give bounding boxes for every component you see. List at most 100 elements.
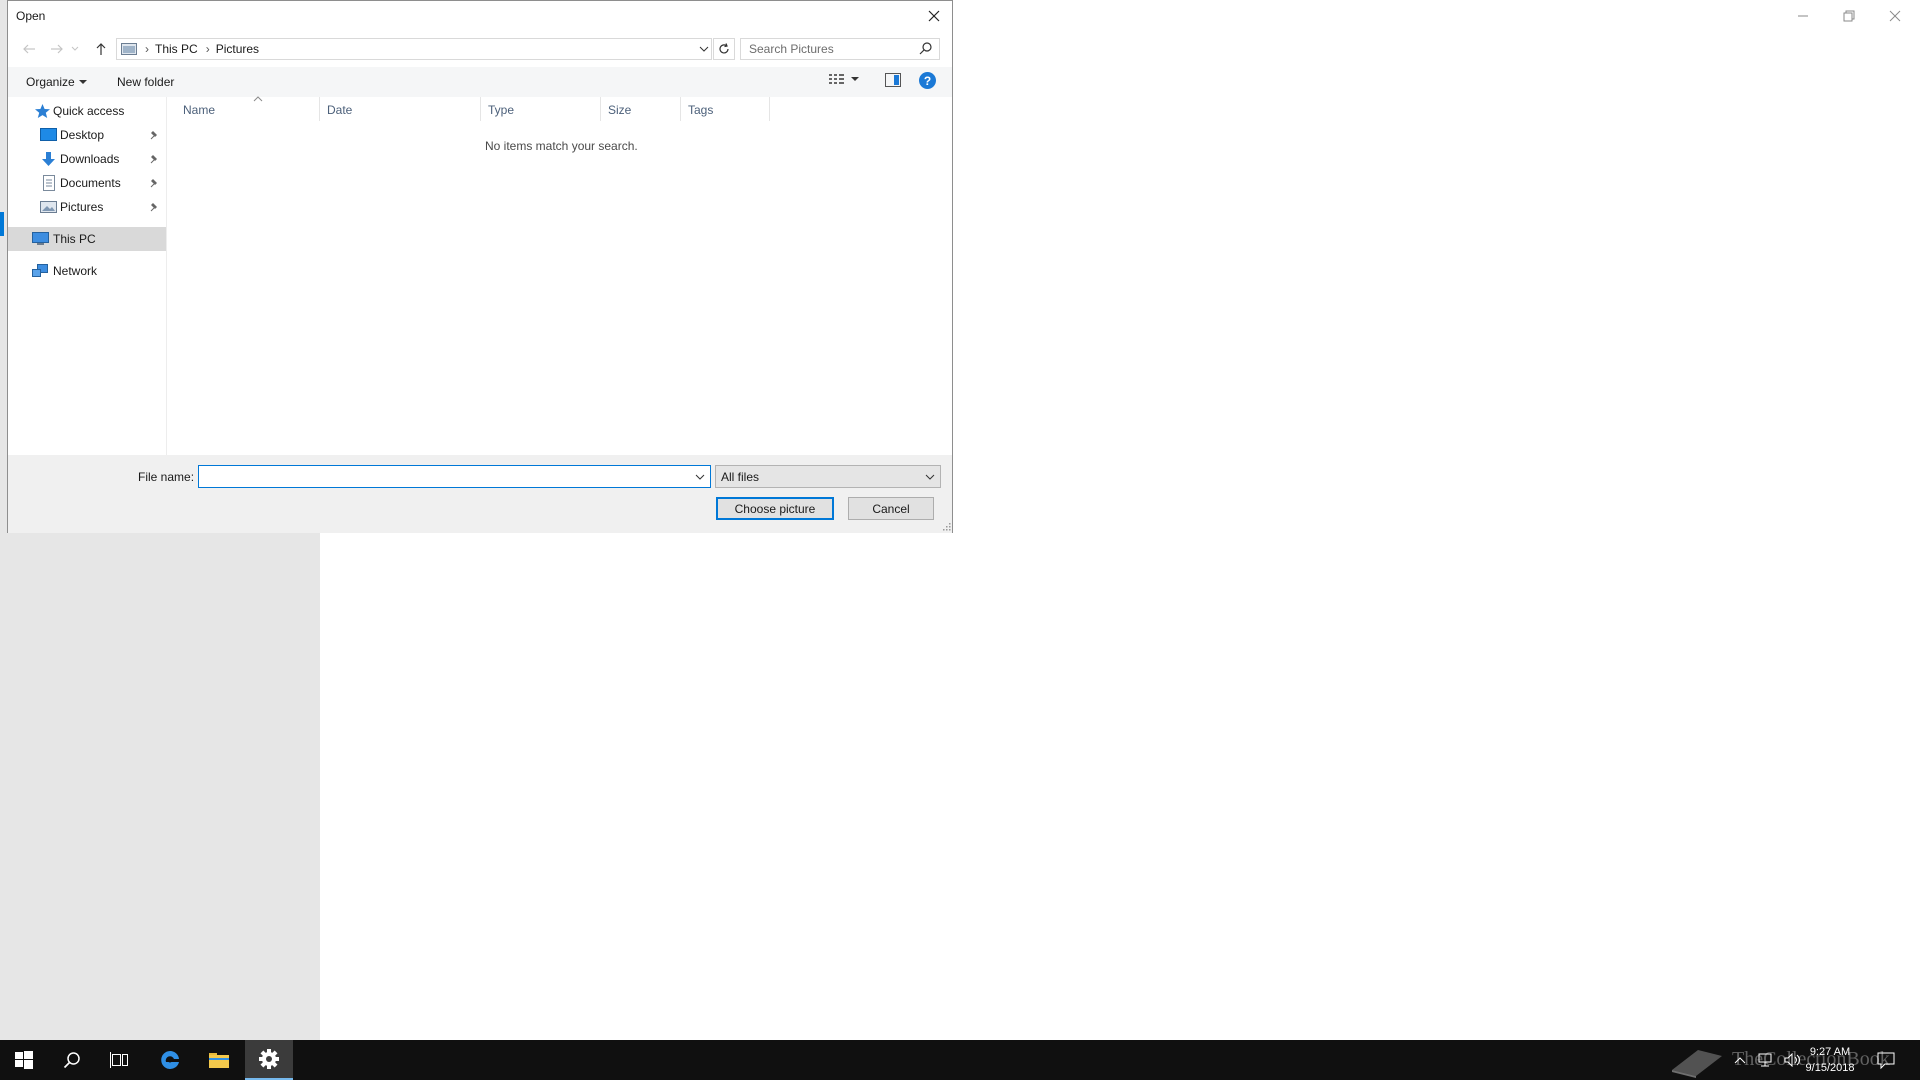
refresh-icon (719, 43, 729, 54)
nav-downloads[interactable]: Downloads (8, 147, 166, 171)
chevron-down-icon (71, 46, 79, 51)
choose-picture-button[interactable]: Choose picture (716, 497, 834, 520)
cancel-button[interactable]: Cancel (848, 497, 934, 520)
settings-icon (259, 1049, 279, 1069)
taskbar: TheCollectionBook 9:27 AM 9/15/2018 (0, 1040, 1920, 1080)
nav-this-pc[interactable]: This PC (8, 227, 166, 251)
pane-divider[interactable] (166, 97, 167, 455)
dialog-title-bar[interactable]: Open (8, 1, 952, 32)
minimize-button[interactable] (1780, 0, 1826, 32)
preview-pane-icon (885, 73, 901, 87)
action-center-icon[interactable] (1876, 1050, 1896, 1070)
nav-downloads-label: Downloads (60, 152, 120, 166)
pictures-folder-icon (121, 43, 137, 55)
taskbar-clock[interactable]: 9:27 AM 9/15/2018 (1800, 1044, 1860, 1076)
forward-button[interactable] (46, 38, 68, 60)
nav-quick-access[interactable]: Quick access (8, 99, 166, 123)
file-type-select[interactable]: All files (715, 465, 941, 488)
up-button[interactable] (90, 38, 112, 60)
pin-icon (150, 131, 157, 140)
breadcrumb-this-pc[interactable]: This PC (155, 42, 198, 56)
network-status-icon[interactable] (1756, 1053, 1774, 1067)
recent-locations-button[interactable] (68, 38, 82, 60)
nav-quick-access-label: Quick access (53, 104, 125, 118)
column-header-name[interactable]: Name (176, 97, 320, 121)
help-button[interactable]: ? (919, 72, 936, 89)
file-explorer-icon (209, 1053, 229, 1068)
nav-network-label: Network (53, 264, 98, 278)
sort-ascending-icon (253, 96, 263, 102)
clock-date: 9/15/2018 (1805, 1062, 1855, 1074)
chevron-down-icon (695, 474, 705, 480)
column-header-date[interactable]: Date (320, 97, 481, 121)
details-view-icon (829, 74, 844, 84)
minimize-icon (1798, 15, 1808, 17)
column-header-type[interactable]: Type (481, 97, 601, 121)
star-icon (35, 104, 50, 118)
navigation-pane: Quick access Desktop Downloads Documents… (8, 97, 166, 455)
search-icon[interactable] (917, 41, 935, 57)
document-icon (43, 175, 55, 191)
column-header-size[interactable]: Size (601, 97, 681, 121)
chevron-down-icon (925, 474, 935, 480)
file-type-value: All files (721, 470, 760, 484)
change-view-button[interactable] (829, 73, 859, 85)
empty-results-message: No items match your search. (485, 139, 638, 153)
network-icon (32, 264, 48, 277)
back-arrow-icon (23, 44, 35, 54)
nav-pictures-label: Pictures (60, 200, 104, 214)
preview-pane-button[interactable] (885, 73, 901, 90)
file-type-dropdown-button[interactable] (920, 467, 940, 487)
nav-network[interactable]: Network (8, 259, 166, 283)
taskbar-search-button[interactable] (48, 1040, 96, 1080)
chevron-down-icon (699, 46, 709, 52)
clock-time: 9:27 AM (1809, 1046, 1851, 1058)
book-logo-icon (1672, 1050, 1722, 1078)
nav-desktop[interactable]: Desktop (8, 123, 166, 147)
settings-selection-indicator (0, 212, 4, 236)
dialog-close-button[interactable] (920, 3, 948, 29)
column-header-tags[interactable]: Tags (681, 97, 770, 121)
pin-icon (150, 155, 157, 164)
windows-logo-icon (15, 1051, 33, 1069)
caret-down-icon (78, 79, 87, 84)
back-button[interactable] (18, 38, 40, 60)
pictures-folder-icon (40, 201, 57, 213)
nav-this-pc-label: This PC (53, 232, 96, 246)
nav-pictures[interactable]: Pictures (8, 195, 166, 219)
search-box[interactable] (740, 38, 940, 60)
show-hidden-icons-icon[interactable] (1734, 1055, 1746, 1065)
file-name-dropdown-button[interactable] (690, 467, 710, 487)
pin-icon (150, 203, 157, 212)
task-view-button[interactable] (96, 1040, 144, 1080)
file-name-input[interactable] (199, 466, 689, 487)
dialog-title: Open (16, 9, 46, 23)
breadcrumb-separator: › (205, 42, 210, 56)
search-input[interactable] (741, 39, 911, 59)
resize-grip-icon[interactable] (942, 522, 951, 531)
window-close-button[interactable] (1872, 0, 1918, 32)
task-view-icon (110, 1052, 128, 1068)
breadcrumb-separator: › (145, 42, 149, 56)
file-name-combobox[interactable] (198, 465, 711, 488)
refresh-button[interactable] (713, 38, 735, 60)
desktop-folder-icon (40, 128, 57, 141)
edge-button[interactable] (146, 1040, 194, 1080)
nav-documents[interactable]: Documents (8, 171, 166, 195)
edge-icon (161, 1050, 179, 1069)
restore-button[interactable] (1826, 0, 1872, 32)
caret-down-icon (851, 76, 859, 81)
file-name-label: File name: (138, 470, 195, 484)
new-folder-button[interactable]: New folder (117, 75, 174, 89)
file-explorer-button[interactable] (195, 1040, 243, 1080)
breadcrumb-pictures[interactable]: Pictures (216, 42, 259, 56)
system-tray (1734, 1040, 1802, 1080)
command-bar: Organize New folder ? (8, 67, 952, 97)
organize-button[interactable]: Organize (26, 75, 87, 89)
settings-app-button[interactable] (245, 1040, 293, 1080)
organize-label: Organize (26, 75, 75, 89)
address-bar[interactable]: › This PC › Pictures (116, 38, 712, 60)
address-history-dropdown[interactable] (695, 39, 713, 59)
start-button[interactable] (0, 1040, 48, 1080)
computer-icon (32, 232, 49, 245)
